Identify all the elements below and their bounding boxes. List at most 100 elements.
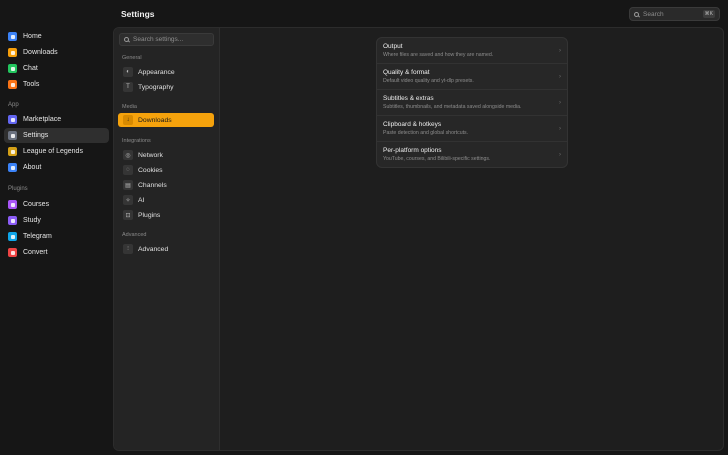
telegram-icon (8, 232, 17, 241)
option-description: Where files are saved and how they are n… (383, 52, 494, 58)
ai-sparkle-icon: ✧ (123, 195, 133, 205)
chat-icon (8, 64, 17, 73)
option-title: Clipboard & hotkeys (383, 121, 442, 128)
channels-icon: ▤ (123, 180, 133, 190)
sidebar-item-label: Study (23, 217, 41, 224)
option-title: Subtitles & extras (383, 95, 434, 102)
page-title: Settings (121, 9, 155, 19)
chevron-right-icon: › (559, 74, 561, 80)
sidebar-item-about[interactable]: About (4, 160, 109, 175)
search-placeholder: Search (643, 10, 664, 18)
option-title: Output (383, 43, 403, 50)
sidebar-section-plugins: Plugins (8, 186, 28, 192)
app-sidebar: Home Downloads Chat Tools App Marketplac… (0, 0, 113, 455)
sidebar-item-label: Convert (23, 249, 48, 256)
convert-icon (8, 248, 17, 257)
study-icon (8, 216, 17, 225)
sliders-icon: ⫶ (123, 244, 133, 254)
sidebar-item-label: Courses (23, 201, 50, 208)
option-description: Default video quality and yt-dlp presets… (383, 78, 474, 84)
tools-icon (8, 80, 17, 89)
option-description: Subtitles, thumbnails, and metadata save… (383, 104, 522, 110)
palette-icon: ◐ (123, 67, 133, 77)
settings-item-network[interactable]: ◎ Network (118, 148, 214, 162)
settings-item-label: Advanced (138, 245, 169, 253)
settings-item-label: Channels (138, 181, 167, 189)
chevron-right-icon: › (559, 126, 561, 132)
settings-item-label: Network (138, 151, 163, 159)
option-description: YouTube, courses, and Bilibili-specific … (383, 156, 491, 162)
network-icon: ◎ (123, 150, 133, 160)
gear-icon (8, 131, 17, 140)
settings-section-general: General (122, 55, 142, 61)
settings-item-label: Downloads (138, 116, 172, 124)
settings-section-integrations: Integrations (122, 138, 151, 144)
settings-item-ai[interactable]: ✧ AI (118, 193, 214, 207)
sidebar-item-chat[interactable]: Chat (4, 61, 109, 76)
sidebar-item-label: Home (23, 33, 42, 40)
sidebar-item-label: Tools (23, 81, 40, 88)
plugin-icon: ⊡ (123, 210, 133, 220)
search-icon (634, 11, 639, 17)
settings-item-downloads[interactable]: ↓ Downloads (118, 113, 214, 127)
marketplace-icon (8, 115, 17, 124)
settings-panel: Search settings... General ◐ Appearance … (113, 27, 724, 451)
settings-section-advanced: Advanced (122, 232, 147, 238)
chevron-right-icon: › (559, 100, 561, 106)
sidebar-item-convert[interactable]: Convert (4, 245, 109, 260)
download-icon: ↓ (123, 115, 133, 125)
settings-item-appearance[interactable]: ◐ Appearance (118, 65, 214, 79)
cookie-icon: ◌ (123, 165, 133, 175)
option-row-per-platform[interactable]: Per-platform options YouTube, courses, a… (377, 142, 567, 167)
sidebar-item-tools[interactable]: Tools (4, 77, 109, 92)
courses-icon (8, 200, 17, 209)
option-title: Per-platform options (383, 147, 442, 154)
sidebar-item-label: League of Legends (23, 148, 83, 155)
settings-item-typography[interactable]: T Typography (118, 80, 214, 94)
settings-item-label: AI (138, 196, 145, 204)
sidebar-item-label: Telegram (23, 233, 52, 240)
option-row-subtitles-extras[interactable]: Subtitles & extras Subtitles, thumbnails… (377, 90, 567, 116)
option-row-output[interactable]: Output Where files are saved and how the… (377, 38, 567, 64)
settings-section-media: Media (122, 104, 137, 110)
option-row-clipboard-hotkeys[interactable]: Clipboard & hotkeys Paste detection and … (377, 116, 567, 142)
home-icon (8, 32, 17, 41)
chevron-right-icon: › (559, 152, 561, 158)
sidebar-item-downloads[interactable]: Downloads (4, 45, 109, 60)
sidebar-item-study[interactable]: Study (4, 213, 109, 228)
sidebar-item-label: Settings (23, 132, 49, 139)
chevron-right-icon: › (559, 48, 561, 54)
sword-icon (8, 147, 17, 156)
settings-search-placeholder: Search settings... (133, 36, 184, 43)
settings-item-label: Typography (138, 83, 174, 91)
settings-item-label: Cookies (138, 166, 163, 174)
sidebar-item-label: About (23, 164, 42, 171)
search-icon (124, 37, 129, 42)
sidebar-item-telegram[interactable]: Telegram (4, 229, 109, 244)
settings-item-label: Plugins (138, 211, 161, 219)
settings-item-cookies[interactable]: ◌ Cookies (118, 163, 214, 177)
settings-nav: Search settings... General ◐ Appearance … (114, 28, 220, 450)
settings-item-advanced[interactable]: ⫶ Advanced (118, 242, 214, 256)
info-icon (8, 163, 17, 172)
settings-item-channels[interactable]: ▤ Channels (118, 178, 214, 192)
sidebar-item-settings[interactable]: Settings (4, 128, 109, 143)
settings-item-label: Appearance (138, 68, 175, 76)
option-description: Paste detection and global shortcuts. (383, 130, 469, 136)
sidebar-section-app: App (8, 102, 19, 108)
sidebar-item-home[interactable]: Home (4, 29, 109, 44)
settings-item-plugins[interactable]: ⊡ Plugins (118, 208, 214, 222)
settings-search-input[interactable]: Search settings... (119, 33, 214, 46)
typography-icon: T (123, 82, 133, 92)
sidebar-item-label: Marketplace (23, 116, 62, 123)
sidebar-item-league-of-legends[interactable]: League of Legends (4, 144, 109, 159)
sidebar-item-courses[interactable]: Courses (4, 197, 109, 212)
sidebar-item-label: Downloads (23, 49, 58, 56)
sidebar-item-label: Chat (23, 65, 38, 72)
download-options-list: Output Where files are saved and how the… (376, 37, 568, 168)
download-icon (8, 48, 17, 57)
search-shortcut-badge: ⌘K (702, 10, 715, 18)
sidebar-item-marketplace[interactable]: Marketplace (4, 112, 109, 127)
global-search-input[interactable]: Search ⌘K (629, 7, 720, 21)
option-row-quality-format[interactable]: Quality & format Default video quality a… (377, 64, 567, 90)
